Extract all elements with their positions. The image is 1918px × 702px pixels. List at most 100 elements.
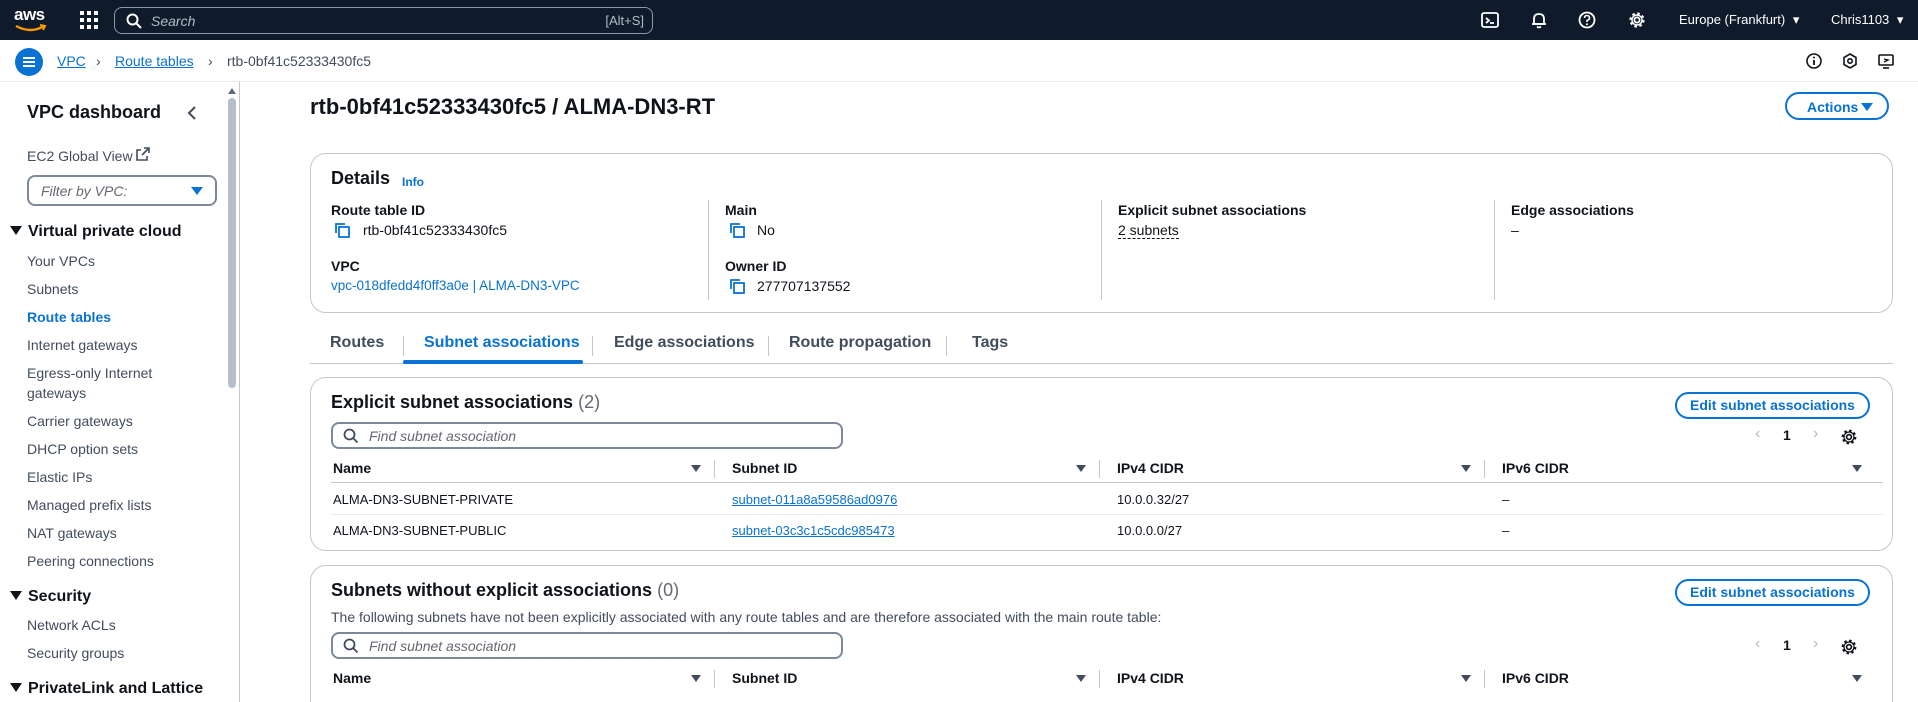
table-preferences-gear-icon[interactable] [1840, 638, 1858, 656]
sidebar-item-dhcp-option-sets[interactable]: DHCP option sets [27, 441, 138, 457]
column-header-subnet-id[interactable]: Subnet ID [732, 670, 797, 686]
current-page[interactable]: 1 [1783, 427, 1791, 443]
column-divider [1494, 200, 1495, 300]
filter-by-vpc-select[interactable]: Filter by VPC: [27, 175, 217, 206]
info-circle-icon[interactable] [1805, 52, 1823, 70]
sort-caret-icon[interactable] [1852, 465, 1862, 472]
column-header-ipv6-cidr[interactable]: IPv6 CIDR [1502, 460, 1569, 476]
details-info-link[interactable]: Info [402, 175, 424, 189]
copy-icon[interactable] [729, 222, 745, 238]
column-header-name[interactable]: Name [333, 670, 371, 686]
sidebar-item-peering-connections[interactable]: Peering connections [27, 553, 154, 569]
copy-icon[interactable] [729, 278, 745, 294]
services-menu-icon[interactable] [80, 11, 98, 29]
account-menu[interactable]: Chris1103 ▾ [1831, 12, 1903, 28]
sort-caret-icon[interactable] [1461, 675, 1471, 682]
scroll-up-arrow-icon[interactable] [228, 88, 236, 94]
sidebar-item-carrier-gateways[interactable]: Carrier gateways [27, 413, 133, 429]
breadcrumb-vpc[interactable]: VPC [57, 53, 86, 69]
column-header-subnet-id[interactable]: Subnet ID [732, 460, 797, 476]
side-nav-toggle-button[interactable] [15, 48, 43, 76]
filter-placeholder: Filter by VPC: [41, 183, 128, 199]
cell-subnet-id-link[interactable]: subnet-011a8a59586ad0976 [732, 492, 897, 507]
column-resizer[interactable] [1099, 670, 1100, 688]
previous-page-icon[interactable]: ‹ [1755, 425, 1760, 443]
sidebar-item-subnets[interactable]: Subnets [27, 281, 78, 297]
table-preferences-gear-icon[interactable] [1840, 428, 1858, 446]
edit-subnet-associations-button[interactable]: Edit subnet associations [1675, 579, 1870, 606]
notifications-bell-icon[interactable] [1530, 11, 1548, 29]
column-resizer[interactable] [1484, 670, 1485, 688]
column-header-ipv4-cidr[interactable]: IPv4 CIDR [1117, 460, 1184, 476]
next-page-icon[interactable]: › [1813, 635, 1818, 653]
column-resizer[interactable] [714, 460, 715, 478]
find-subnet-association-input[interactable]: Find subnet association [331, 632, 843, 659]
tab-routes[interactable]: Routes [330, 334, 384, 352]
sort-caret-icon[interactable] [691, 675, 701, 682]
sidebar-section-virtual-private-cloud[interactable]: Virtual private cloud [10, 223, 182, 241]
tab-route-propagation[interactable]: Route propagation [789, 334, 931, 352]
sidebar-item-route-tables[interactable]: Route tables [27, 309, 111, 325]
search-icon [343, 638, 359, 654]
tab-subnet-associations[interactable]: Subnet associations [424, 334, 580, 352]
sidebar-scrollbar[interactable] [228, 88, 236, 702]
column-resizer[interactable] [714, 670, 715, 688]
cell-ipv4-cidr: 10.0.0.32/27 [1117, 492, 1190, 507]
cell-subnet-id-link[interactable]: subnet-03c3c1c5cdc985473 [732, 523, 895, 538]
copy-icon[interactable] [334, 222, 350, 238]
help-icon[interactable] [1578, 11, 1596, 29]
sidebar-item-ec2-global-view[interactable]: EC2 Global View [27, 148, 133, 164]
tab-bar: Routes Subnet associations Edge associat… [310, 330, 1893, 364]
sidebar-item-egress-only-internet-gateways-line2[interactable]: gateways [27, 385, 86, 401]
column-resizer[interactable] [1099, 460, 1100, 478]
sidebar-item-your-vpcs[interactable]: Your VPCs [27, 253, 95, 269]
sort-caret-icon[interactable] [1076, 675, 1086, 682]
sort-caret-icon[interactable] [691, 465, 701, 472]
sidebar-item-internet-gateways[interactable]: Internet gateways [27, 337, 138, 353]
aws-logo[interactable]: aws [14, 6, 48, 34]
sidebar-item-egress-only-internet-gateways[interactable]: Egress-only Internet [27, 365, 152, 381]
sort-caret-icon[interactable] [1461, 465, 1471, 472]
sidebar-section-privatelink[interactable]: PrivateLink and Lattice [10, 680, 203, 698]
sidebar-title[interactable]: VPC dashboard [27, 102, 161, 123]
tab-edge-associations[interactable]: Edge associations [614, 334, 755, 352]
vpc-link[interactable]: vpc-018dfedd4f0ff3a0e | ALMA-DN3-VPC [331, 278, 580, 293]
sidebar-section-security[interactable]: Security [10, 588, 91, 606]
settings-gear-icon[interactable] [1628, 11, 1646, 29]
actions-button[interactable]: Actions [1785, 92, 1889, 120]
search-icon [343, 428, 359, 444]
sidebar-item-security-groups[interactable]: Security groups [27, 645, 124, 661]
column-header-ipv4-cidr[interactable]: IPv4 CIDR [1117, 670, 1184, 686]
route-table-id-label: Route table ID [331, 202, 426, 218]
main-label: Main [725, 202, 757, 218]
sort-caret-icon[interactable] [1076, 465, 1086, 472]
user-caret-icon: ▾ [1896, 12, 1904, 27]
cell-name: ALMA-DN3-SUBNET-PRIVATE [333, 492, 514, 507]
sidebar-item-managed-prefix-lists[interactable]: Managed prefix lists [27, 497, 152, 513]
previous-page-icon[interactable]: ‹ [1755, 635, 1760, 653]
collapse-chevron-icon[interactable] [186, 106, 198, 120]
tab-tags[interactable]: Tags [972, 334, 1008, 352]
global-search-input[interactable]: Search [Alt+S] [114, 7, 653, 34]
find-subnet-association-input[interactable]: Find subnet association [331, 422, 843, 449]
next-page-icon[interactable]: › [1813, 425, 1818, 443]
sidebar-item-nat-gateways[interactable]: NAT gateways [27, 525, 117, 541]
column-resizer[interactable] [1484, 460, 1485, 478]
sidebar-item-elastic-ips[interactable]: Elastic IPs [27, 469, 92, 485]
search-shortcut: [Alt+S] [605, 13, 644, 28]
edit-subnet-associations-button[interactable]: Edit subnet associations [1675, 392, 1870, 419]
explicit-associations-value[interactable]: 2 subnets [1118, 222, 1179, 239]
expand-caret-icon [10, 683, 22, 692]
sort-caret-icon[interactable] [1852, 675, 1862, 682]
feedback-screen-icon[interactable] [1877, 52, 1895, 70]
scrollbar-thumb[interactable] [228, 98, 236, 388]
current-page[interactable]: 1 [1783, 637, 1791, 653]
column-header-name[interactable]: Name [333, 460, 371, 476]
sidebar-item-network-acls[interactable]: Network ACLs [27, 617, 116, 633]
column-header-ipv6-cidr[interactable]: IPv6 CIDR [1502, 670, 1569, 686]
cloudshell-icon[interactable] [1481, 11, 1499, 29]
tab-separator [592, 336, 593, 356]
breadcrumb-route-tables[interactable]: Route tables [115, 53, 194, 69]
region-selector[interactable]: Europe (Frankfurt) ▾ [1679, 12, 1799, 28]
hexagon-settings-icon[interactable] [1841, 52, 1859, 70]
